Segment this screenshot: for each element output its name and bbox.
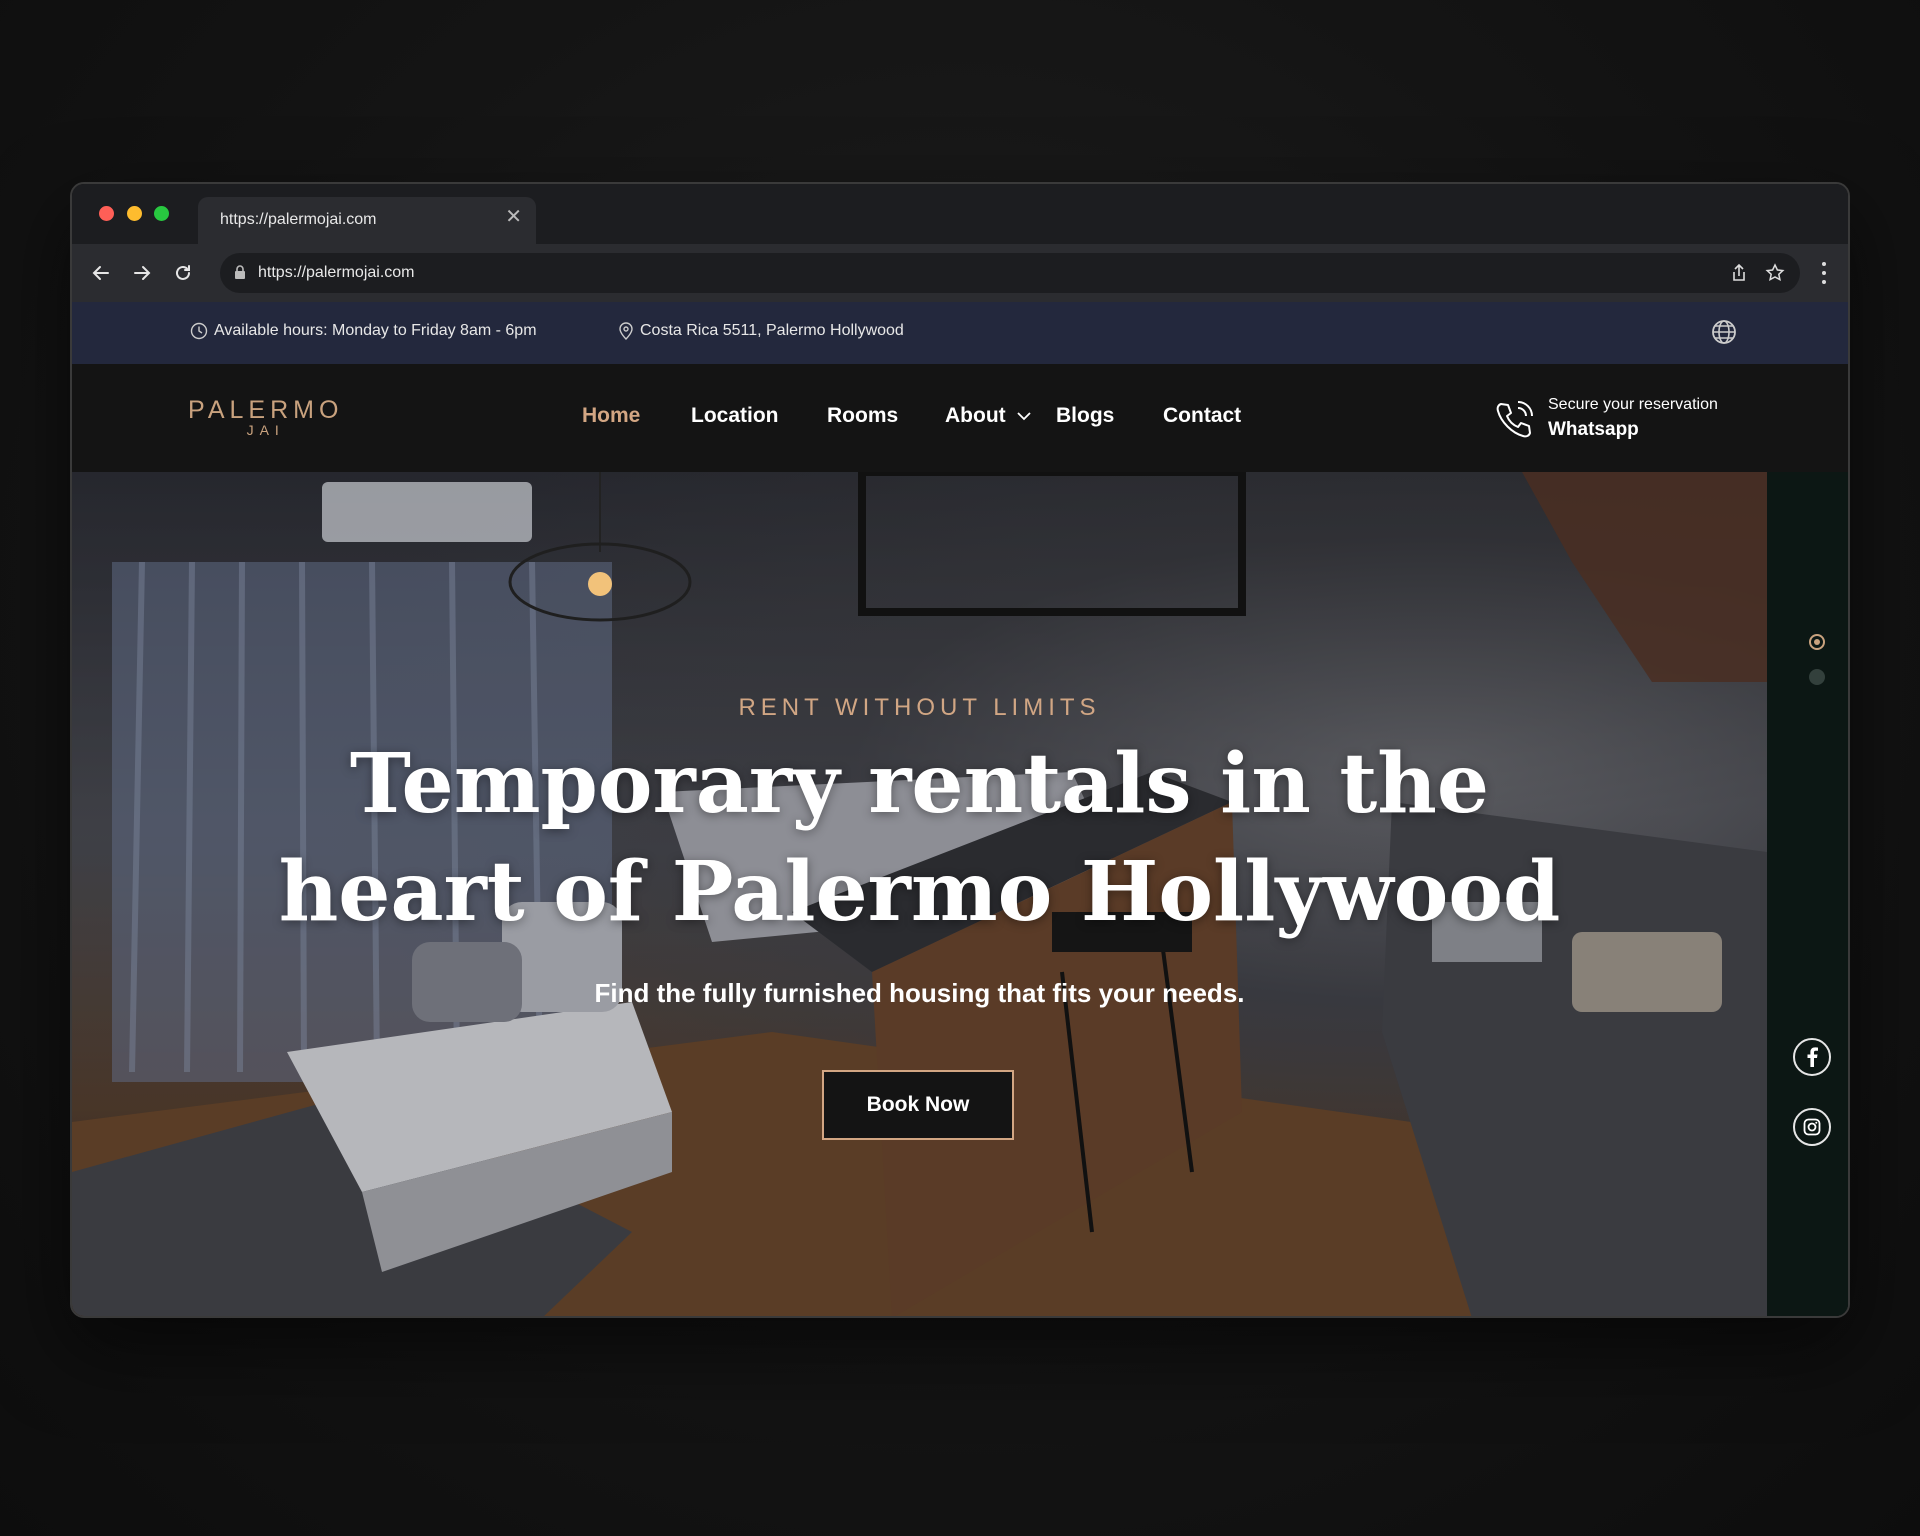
- address-text: Costa Rica 5511, Palermo Hollywood: [640, 322, 904, 339]
- facebook-icon[interactable]: [1793, 1038, 1831, 1076]
- logo[interactable]: PALERMO JAI: [188, 396, 343, 438]
- forward-icon[interactable]: [127, 258, 157, 288]
- maximize-window-button[interactable]: [154, 206, 169, 221]
- bookmark-star-icon[interactable]: [1764, 262, 1786, 284]
- headline-line-1: Temporary rentals in the: [349, 736, 1490, 832]
- browser-window: https://palermojai.com ✕ https://palermo…: [70, 182, 1850, 1318]
- top-info-bar: Available hours: Monday to Friday 8am - …: [72, 302, 1848, 364]
- hero-section: RENT WITHOUT LIMITS Temporary rentals in…: [72, 472, 1767, 1316]
- tab-title: https://palermojai.com: [220, 211, 377, 228]
- back-icon[interactable]: [86, 258, 116, 288]
- whatsapp-link[interactable]: Whatsapp: [1548, 419, 1639, 441]
- hero-headline: Temporary rentals in the heart of Palerm…: [72, 730, 1767, 946]
- logo-main-text: PALERMO: [188, 396, 344, 424]
- nav-location[interactable]: Location: [691, 404, 779, 428]
- hours-text: Available hours: Monday to Friday 8am - …: [214, 322, 537, 339]
- hours-info: Available hours: Monday to Friday 8am - …: [190, 322, 537, 340]
- phone-icon: [1496, 401, 1533, 438]
- url-text: https://palermojai.com: [258, 264, 415, 281]
- slide-dot-1[interactable]: [1809, 634, 1825, 650]
- share-icon[interactable]: [1728, 262, 1750, 284]
- chevron-down-icon[interactable]: [1016, 410, 1032, 422]
- side-panel: [1767, 472, 1848, 1316]
- browser-menu-icon[interactable]: [1814, 258, 1834, 288]
- close-window-button[interactable]: [99, 206, 114, 221]
- hero-subtitle: Find the fully furnished housing that fi…: [594, 978, 1245, 1008]
- location-pin-icon: [619, 322, 633, 340]
- book-now-button[interactable]: Book Now: [822, 1070, 1014, 1140]
- clock-icon: [190, 322, 208, 340]
- globe-icon[interactable]: [1710, 318, 1738, 346]
- hero-eyebrow: RENT WITHOUT LIMITS: [738, 694, 1101, 721]
- reservation-caption: Secure your reservation: [1548, 396, 1718, 413]
- instagram-icon[interactable]: [1793, 1108, 1831, 1146]
- nav-home[interactable]: Home: [582, 404, 640, 428]
- nav-contact[interactable]: Contact: [1163, 404, 1241, 428]
- site-header: PALERMO JAI Home Location Rooms About Bl…: [72, 364, 1848, 472]
- browser-toolbar: https://palermojai.com: [72, 244, 1848, 302]
- reload-icon[interactable]: [168, 258, 198, 288]
- tab-close-icon[interactable]: ✕: [505, 207, 522, 227]
- headline-line-2: heart of Palermo Hollywood: [278, 844, 1561, 940]
- nav-blogs[interactable]: Blogs: [1056, 404, 1114, 428]
- browser-tab[interactable]: https://palermojai.com ✕: [198, 197, 536, 244]
- nav-rooms[interactable]: Rooms: [827, 404, 898, 428]
- lock-icon: [235, 265, 245, 279]
- nav-about[interactable]: About: [945, 404, 1006, 428]
- web-page: Available hours: Monday to Friday 8am - …: [72, 302, 1848, 1316]
- minimize-window-button[interactable]: [127, 206, 142, 221]
- tab-strip: https://palermojai.com ✕: [72, 184, 1848, 244]
- slide-dot-2[interactable]: [1809, 669, 1825, 685]
- address-bar[interactable]: https://palermojai.com: [220, 253, 1800, 293]
- address-info: Costa Rica 5511, Palermo Hollywood: [618, 322, 904, 340]
